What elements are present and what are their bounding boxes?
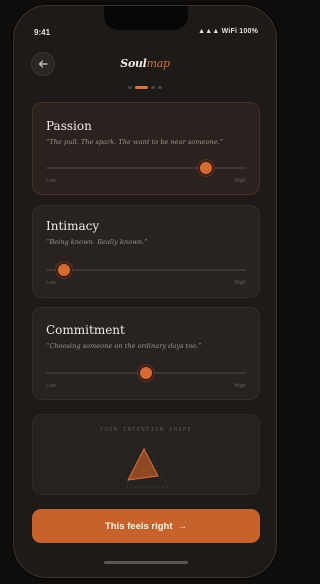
slider-low-label: Low [46,280,57,286]
slider-track-passion[interactable] [46,160,246,176]
slider-title: Commitment [46,323,125,337]
slider-quote: “The pull. The spark. The want to be nea… [46,138,223,146]
phone-frame: 9:41 ▲▲▲ WiFi 100% Soulmap Passion “The … [13,5,277,578]
progress-dot-active [135,86,148,89]
progress-dot [128,86,132,89]
brand-part1: Soul [120,57,147,70]
confirm-button-label: This feels right [104,520,173,532]
brand-part2: map [146,57,170,70]
slider-quote: “Choosing someone on the ordinary days t… [46,342,202,350]
slider-thumb-passion[interactable] [198,160,214,176]
slider-track-commitment[interactable] [46,365,246,381]
intention-triangle [125,443,169,488]
shape-title: YOUR INTENTION SHAPE [99,427,193,433]
slider-card-passion: Passion “The pull. The spark. The want t… [32,102,260,195]
status-indicators: ▲▲▲ WiFi 100% [198,28,258,35]
home-indicator [104,561,188,564]
slider-high-label: High [234,383,246,389]
slider-track-intimacy[interactable] [46,262,246,278]
arrow-right-icon: → [177,520,188,532]
slider-title: Intimacy [46,219,100,233]
slider-high-label: High [234,178,246,184]
brand-logo: Soulmap [14,57,276,70]
slider-card-commitment: Commitment “Choosing someone on the ordi… [32,307,260,400]
progress-dot [151,86,155,89]
slider-low-label: Low [46,178,57,184]
slider-high-label: High [234,280,246,286]
slider-thumb-intimacy[interactable] [56,262,72,278]
intention-shape-card: YOUR INTENTION SHAPE [32,414,260,495]
status-time: 9:41 [34,28,51,37]
slider-low-label: Low [46,383,57,389]
slider-title: Passion [46,119,92,133]
confirm-button[interactable]: This feels right → [32,509,260,543]
progress-dots [14,86,276,89]
slider-quote: “Being known. Really known.” [46,238,148,246]
slider-card-intimacy: Intimacy “Being known. Really known.” Lo… [32,205,260,298]
notch [104,6,188,30]
slider-thumb-commitment[interactable] [138,365,154,381]
progress-dot [158,86,162,89]
